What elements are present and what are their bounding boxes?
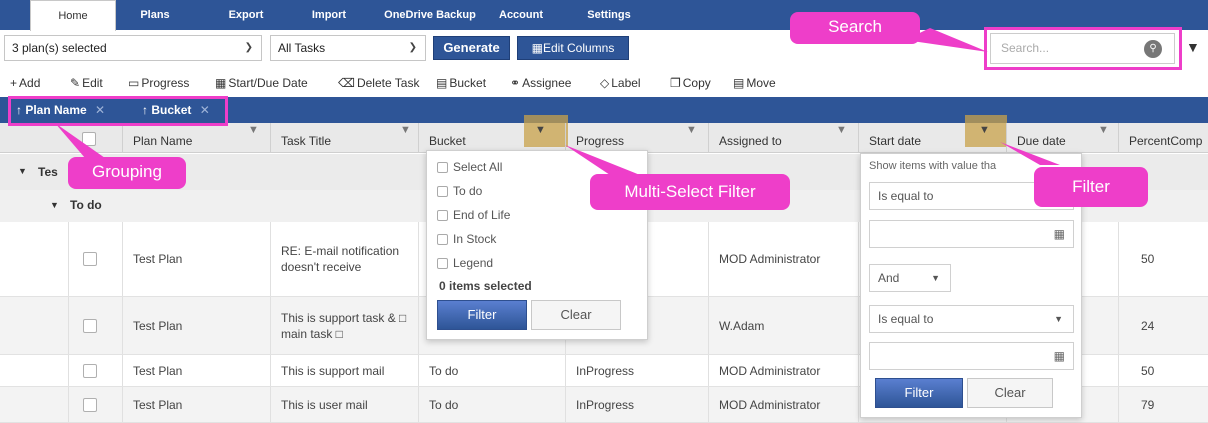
callout-filter: Filter: [1034, 167, 1148, 207]
callout-grouping: Grouping: [68, 157, 186, 189]
callout-multi-select: Multi-Select Filter: [590, 174, 790, 210]
callout-pointers: [55, 28, 1060, 175]
callout-search: Search: [790, 12, 920, 44]
grouping-highlight-box: [8, 96, 228, 126]
